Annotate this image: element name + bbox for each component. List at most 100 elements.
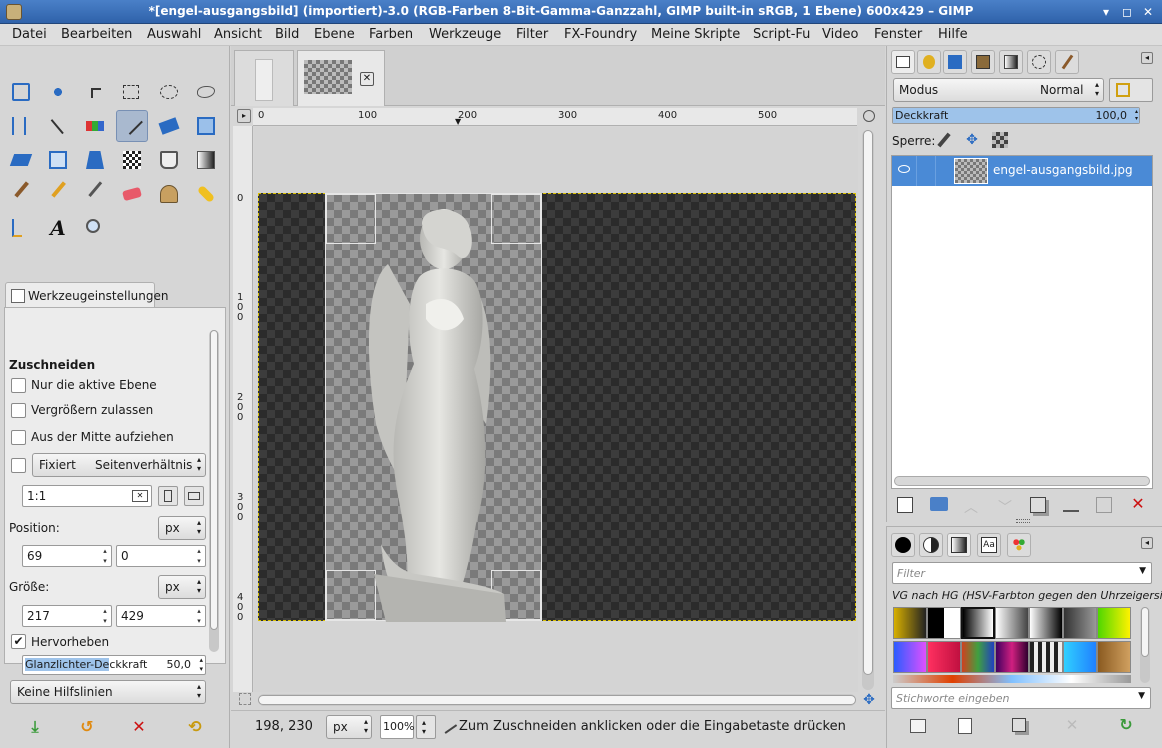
dock-tab-brushes[interactable] (1055, 50, 1079, 74)
gradients-scrollbar[interactable] (1140, 607, 1150, 683)
text-tool[interactable]: A (44, 214, 72, 242)
dock-tab-paths[interactable] (971, 50, 995, 74)
lock-alpha-icon[interactable] (992, 132, 1008, 148)
rect-select-tool[interactable] (118, 78, 146, 106)
size-unit-combo[interactable]: px ▴ ▾ (158, 575, 206, 599)
fuzzy-select-tool[interactable] (44, 112, 72, 140)
dock-menu-icon[interactable]: ◂ (1141, 537, 1153, 549)
duplicate-gradient-button[interactable] (1012, 718, 1026, 732)
shear-tool[interactable] (7, 146, 35, 174)
free-select-tool[interactable] (192, 78, 220, 106)
gradient-swatch[interactable] (1029, 607, 1063, 639)
dock-tab-gradients[interactable] (947, 533, 971, 557)
lock-pixels-icon[interactable] (937, 132, 951, 148)
dock-tab-patterns[interactable] (919, 533, 943, 557)
only-active-layer-checkbox[interactable] (11, 378, 26, 393)
flip-tool[interactable] (44, 146, 72, 174)
dock-tab-palettes[interactable] (1007, 533, 1031, 557)
dock-tab-layers[interactable] (891, 50, 915, 74)
raise-layer-button[interactable]: ︿ (963, 497, 979, 516)
duplicate-layer-button[interactable] (1030, 497, 1046, 513)
edit-gradient-button[interactable] (910, 719, 926, 733)
scrollbar-thumb[interactable] (1141, 607, 1149, 657)
spin-arrows-icon[interactable]: ▴ ▾ (100, 546, 110, 566)
save-options-button[interactable]: ⤓ (24, 716, 46, 738)
gradient-swatch-selected[interactable] (961, 607, 995, 639)
spin-arrows-icon[interactable]: ▴ ▾ (194, 546, 204, 566)
gradient-filter-combo[interactable]: Filter ▼ (892, 562, 1152, 584)
clone-tool[interactable] (155, 180, 183, 208)
menu-bild[interactable]: Bild (275, 27, 299, 42)
gradient-swatch[interactable] (1029, 641, 1063, 673)
gradient-swatch[interactable] (893, 607, 927, 639)
restore-options-button[interactable]: ↺ (76, 716, 98, 738)
gradient-swatch[interactable] (1063, 607, 1097, 639)
spin-arrows-icon[interactable]: ▴ ▾ (199, 656, 203, 674)
layer-row[interactable]: engel-ausgangsbild.jpg (892, 156, 1152, 186)
move-tool[interactable] (44, 78, 72, 106)
menu-fenster[interactable]: Fenster (874, 27, 922, 42)
navigate-cross-icon[interactable]: ✥ (861, 692, 877, 708)
size-width-input[interactable]: 217 ▴ ▾ (22, 605, 112, 627)
dock-resize-grip[interactable] (1016, 519, 1030, 523)
dock-tab-channels[interactable] (943, 50, 967, 74)
zoom-combo-button[interactable]: ▴ ▾ (416, 715, 436, 739)
bucket-fill-tool[interactable] (155, 146, 183, 174)
zoom-tool[interactable] (81, 214, 109, 242)
tool-options-tab[interactable]: Werkzeugeinstellungen (5, 282, 168, 308)
menu-auswahl[interactable]: Auswahl (147, 27, 201, 42)
ruler-menu-button[interactable]: ▸ (237, 109, 251, 123)
gradient-swatch[interactable] (927, 607, 961, 639)
dock-tab-paths-tool[interactable] (1027, 50, 1051, 74)
dock-tab-fonts[interactable]: Aa (977, 533, 1001, 557)
menu-bearbeiten[interactable]: Bearbeiten (61, 27, 132, 42)
menu-video[interactable]: Video (822, 27, 858, 42)
guides-combo[interactable]: Keine Hilfslinien ▴ ▾ (10, 680, 206, 704)
highlight-opacity-slider[interactable]: Glanzlichter-Deckkraft 50,0 ▴ ▾ (22, 655, 206, 675)
close-tab-button[interactable]: ✕ (360, 72, 374, 86)
menu-farben[interactable]: Farben (369, 27, 413, 42)
paintbrush-tool[interactable] (7, 180, 40, 208)
minimize-button[interactable]: ▾ (1098, 4, 1114, 20)
dock-tab-brushes-2[interactable] (891, 533, 915, 557)
pencil-tool[interactable] (44, 180, 77, 208)
menu-hilfe[interactable]: Hilfe (938, 27, 968, 42)
size-height-input[interactable]: 429 ▴ ▾ (116, 605, 206, 627)
position-x-input[interactable]: 69 ▴ ▾ (22, 545, 112, 567)
spin-arrows-icon[interactable]: ▴ ▾ (194, 606, 204, 626)
ratio-input[interactable]: 1:1 ✕ (22, 485, 152, 507)
fixed-checkbox[interactable] (11, 458, 26, 473)
scrollbar-thumb[interactable] (210, 330, 218, 630)
menu-ebene[interactable]: Ebene (314, 27, 355, 42)
menu-fx-foundry[interactable]: FX-Foundry (564, 27, 637, 42)
dock-tab-gradient[interactable] (999, 50, 1023, 74)
perspective-tool[interactable] (81, 146, 109, 174)
close-window-button[interactable]: ✕ (1140, 4, 1156, 20)
spin-arrows-icon[interactable]: ▴ ▾ (100, 606, 110, 626)
merge-layer-button[interactable] (1096, 497, 1112, 513)
chain-link-placeholder[interactable] (916, 156, 936, 186)
eraser-tool[interactable] (118, 180, 146, 208)
reset-options-button[interactable]: ⟲ (184, 716, 206, 738)
layer-mode-combo[interactable]: Modus Normal ▴ ▾ (893, 78, 1104, 102)
scale-tool[interactable] (192, 112, 220, 140)
unit-combo[interactable]: px ▴ ▾ (326, 715, 372, 739)
portrait-button[interactable] (158, 486, 178, 506)
move-cross-tool[interactable] (81, 78, 109, 106)
new-layer-group-button[interactable] (930, 497, 948, 511)
position-unit-combo[interactable]: px ▴ ▾ (158, 516, 206, 540)
scrollbar-thumb[interactable] (863, 130, 873, 675)
gradient-swatch[interactable] (995, 641, 1029, 673)
ellipse-select-tool[interactable] (155, 78, 183, 106)
dock-menu-icon[interactable]: ◂ (1141, 52, 1153, 64)
new-layer-button[interactable] (897, 497, 913, 513)
heal-tool[interactable] (192, 180, 220, 208)
gradient-swatch[interactable] (995, 607, 1029, 639)
allow-growing-checkbox[interactable] (11, 403, 26, 418)
dock-tab-undo[interactable] (917, 50, 941, 74)
crop-tool[interactable] (116, 110, 148, 142)
gradient-swatch[interactable] (1097, 607, 1131, 639)
menu-meine-skripte[interactable]: Meine Skripte (651, 27, 740, 42)
maximize-button[interactable]: ◻ (1119, 4, 1135, 20)
visibility-eye-icon[interactable] (898, 165, 910, 173)
